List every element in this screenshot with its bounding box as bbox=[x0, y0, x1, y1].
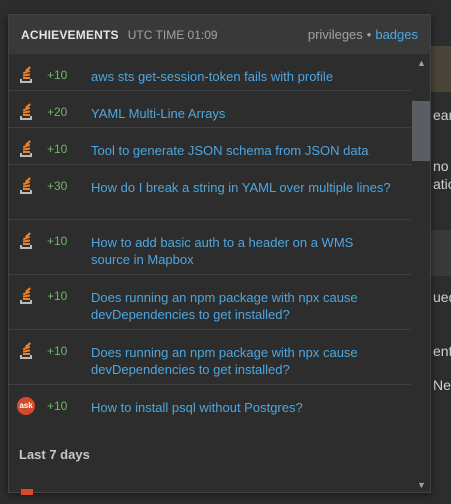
achievement-item[interactable]: +30 How do I break a string in YAML over… bbox=[9, 165, 411, 220]
stackoverflow-icon bbox=[17, 287, 35, 305]
achievements-title: ACHIEVEMENTS bbox=[21, 27, 119, 42]
reputation-change: +10 bbox=[47, 68, 68, 82]
reputation-change: +30 bbox=[47, 179, 68, 193]
question-link[interactable]: Tool to generate JSON schema from JSON d… bbox=[91, 142, 391, 159]
header-links: privileges • badges bbox=[308, 27, 418, 42]
achievement-item[interactable]: +10 Does running an npm package with npx… bbox=[9, 275, 411, 330]
reputation-change: +10 bbox=[47, 142, 68, 156]
background-text: no bbox=[433, 158, 449, 174]
askubuntu-icon: ask bbox=[17, 397, 35, 415]
achievements-list: +10 aws sts get-session-token fails with… bbox=[9, 54, 411, 422]
stackoverflow-icon bbox=[17, 140, 35, 158]
achievement-item[interactable]: +10 How to add basic auth to a header on… bbox=[9, 220, 411, 275]
background-text: atio bbox=[433, 176, 451, 192]
achievement-item[interactable]: +10 Tool to generate JSON schema from JS… bbox=[9, 128, 411, 165]
partial-achievement-item bbox=[19, 487, 409, 495]
achievements-dropdown: ACHIEVEMENTS UTC TIME 01:09 privileges • b… bbox=[8, 14, 431, 495]
utc-time: UTC TIME 01:09 bbox=[127, 27, 218, 42]
privileges-link[interactable]: privileges bbox=[308, 27, 363, 42]
scroll-down-icon[interactable]: ▼ bbox=[417, 480, 426, 490]
achievement-item[interactable]: +10 aws sts get-session-token fails with… bbox=[9, 54, 411, 91]
scrollbar-thumb[interactable] bbox=[412, 101, 430, 161]
reputation-change: +20 bbox=[47, 105, 68, 119]
achievement-item[interactable]: +10 Does running an npm package with npx… bbox=[9, 330, 411, 385]
background-text: ear bbox=[433, 107, 451, 123]
reputation-change: +10 bbox=[47, 344, 68, 358]
question-link[interactable]: aws sts get-session-token fails with pro… bbox=[91, 68, 391, 85]
dropdown-scrollbar[interactable]: ▲ ▼ bbox=[412, 54, 430, 492]
achievement-item[interactable]: +20 YAML Multi-Line Arrays bbox=[9, 91, 411, 128]
stackoverflow-icon bbox=[17, 103, 35, 121]
stackoverflow-icon bbox=[17, 66, 35, 84]
link-separator: • bbox=[366, 27, 372, 42]
question-link[interactable]: How to add basic auth to a header on a W… bbox=[91, 234, 391, 268]
stackoverflow-icon bbox=[17, 342, 35, 360]
achievements-header: ACHIEVEMENTS UTC TIME 01:09 privileges • b… bbox=[9, 15, 430, 54]
badges-link[interactable]: badges bbox=[375, 27, 418, 42]
reputation-change: +10 bbox=[47, 399, 68, 413]
stackoverflow-icon bbox=[17, 177, 35, 195]
reputation-change: +10 bbox=[47, 234, 68, 248]
background-panel bbox=[431, 230, 451, 276]
question-link[interactable]: YAML Multi-Line Arrays bbox=[91, 105, 391, 122]
section-last-7-days: Last 7 days bbox=[19, 447, 90, 462]
question-link[interactable]: Does running an npm package with npx cau… bbox=[91, 289, 391, 323]
scroll-up-icon[interactable]: ▲ bbox=[417, 58, 426, 68]
stackoverflow-icon bbox=[17, 232, 35, 250]
achievement-item[interactable]: ask +10 How to install psql without Post… bbox=[9, 385, 411, 422]
background-text: ent bbox=[433, 343, 451, 359]
background-text: ued bbox=[433, 289, 451, 305]
background-notice-panel bbox=[431, 46, 451, 92]
question-link[interactable]: How do I break a string in YAML over mul… bbox=[91, 179, 391, 196]
reputation-change: +10 bbox=[47, 289, 68, 303]
background-text: Nex bbox=[433, 377, 451, 393]
question-link[interactable]: Does running an npm package with npx cau… bbox=[91, 344, 391, 378]
question-link[interactable]: How to install psql without Postgres? bbox=[91, 399, 391, 416]
